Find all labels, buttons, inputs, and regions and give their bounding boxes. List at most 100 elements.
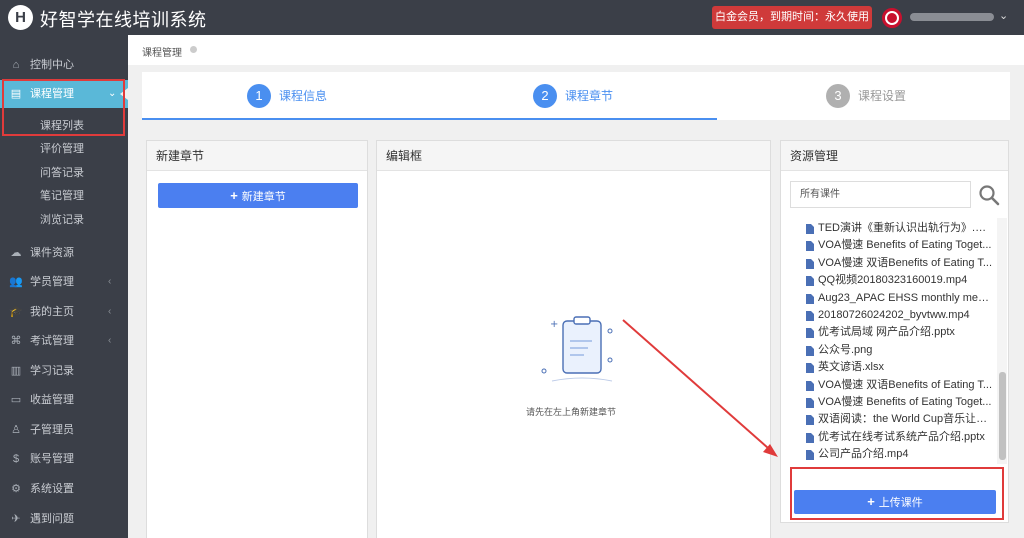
file-icon bbox=[806, 224, 814, 234]
sidebar-item-help[interactable]: ✈ 遇到问题 bbox=[0, 505, 128, 533]
sidebar-item-courseware[interactable]: ☁ 课件资源 bbox=[0, 239, 128, 267]
annotation-highlight-box bbox=[790, 467, 1004, 520]
sidebar-item-label: 我的主页 bbox=[30, 306, 74, 318]
breadcrumb-dot bbox=[190, 46, 197, 53]
question-icon: ✈ bbox=[11, 513, 21, 525]
file-item[interactable]: VOA慢速 Benefits of Eating Toget... bbox=[806, 237, 994, 254]
sidebar-item-study-records[interactable]: ▥ 学习记录 bbox=[0, 357, 128, 385]
sidebar-item-label: 考试管理 bbox=[30, 335, 74, 347]
panel-title: 编辑框 bbox=[377, 141, 770, 171]
avatar[interactable] bbox=[882, 8, 902, 28]
sidebar-item-label: 账号管理 bbox=[30, 453, 74, 465]
file-icon bbox=[806, 397, 814, 408]
username-redacted[interactable] bbox=[910, 13, 994, 21]
home-icon: ⌂ bbox=[12, 59, 20, 71]
file-item[interactable]: Aug23_APAC EHSS monthly meet... bbox=[806, 290, 994, 307]
sidebar-item-settings[interactable]: ⚙ 系统设置 bbox=[0, 475, 128, 503]
file-icon bbox=[806, 328, 814, 339]
file-item[interactable]: TED演讲《重新认识出轨行为》.mp4 bbox=[806, 220, 994, 237]
sidebar-item-label: 子管理员 bbox=[30, 424, 74, 436]
sidebar-item-label: 系统设置 bbox=[30, 483, 74, 495]
sidebar-subitem-reviews[interactable]: 评价管理 bbox=[40, 139, 84, 159]
sidebar-item-label: 控制中心 bbox=[30, 59, 74, 71]
file-item[interactable]: 20180726024202_byvtww.mp4 bbox=[806, 307, 994, 324]
scrollbar-thumb[interactable] bbox=[999, 372, 1006, 460]
dollar-icon: $ bbox=[12, 453, 20, 465]
file-item[interactable]: VOA慢速 Benefits of Eating Toget... bbox=[806, 394, 994, 411]
top-bar: H 好智学在线培训系统 白金会员，到期时间：永久使用 ⌄ bbox=[0, 0, 1024, 35]
sidebar-item-homepage[interactable]: 🎓 我的主页 ‹ bbox=[0, 298, 128, 326]
card-icon: ▭ bbox=[10, 394, 22, 406]
sidebar-item-label: 遇到问题 bbox=[30, 513, 74, 525]
file-item[interactable]: 优考试在线考试系统产品介绍.pptx bbox=[806, 429, 994, 446]
breadcrumb: 课程管理 bbox=[128, 35, 1024, 65]
file-icon bbox=[806, 432, 814, 443]
clipboard-empty-icon: + bbox=[541, 316, 613, 382]
annotation-highlight-box bbox=[2, 79, 125, 136]
sidebar-item-exams[interactable]: ⌘ 考试管理 ‹ bbox=[0, 327, 128, 355]
file-icon bbox=[806, 380, 814, 391]
file-item[interactable]: 双语阅读：the World Cup音乐让世... bbox=[806, 411, 994, 428]
new-chapter-button[interactable]: + 新建章节 bbox=[158, 183, 358, 208]
step-number: 2 bbox=[533, 84, 557, 108]
cloud-icon: ☁ bbox=[10, 247, 22, 259]
sidebar-item-students[interactable]: 👥 学员管理 ‹ bbox=[0, 268, 128, 296]
logo[interactable]: H bbox=[8, 5, 33, 30]
sidebar-item-sub-admins[interactable]: ♙ 子管理员 bbox=[0, 416, 128, 444]
gear-icon: ⚙ bbox=[11, 483, 21, 495]
sidebar-item-label: 学习记录 bbox=[30, 365, 74, 377]
file-icon bbox=[806, 258, 814, 269]
empty-state-text: 请先在左上角新建章节 bbox=[526, 407, 617, 417]
step-label: 课程信息 bbox=[279, 89, 328, 103]
file-item[interactable]: 英文谚语.xlsx bbox=[806, 359, 994, 376]
file-item[interactable]: QQ视频20180323160019.mp4 bbox=[806, 272, 994, 289]
file-icon bbox=[806, 310, 814, 321]
user-lock-icon: ♙ bbox=[11, 424, 21, 436]
sidebar-item-label: 收益管理 bbox=[30, 394, 74, 406]
file-icon bbox=[806, 276, 814, 287]
plus-icon: + bbox=[230, 188, 238, 203]
file-icon bbox=[806, 345, 814, 356]
sidebar-item-dashboard[interactable]: ⌂ 控制中心 bbox=[0, 51, 128, 79]
step-number: 3 bbox=[826, 84, 850, 108]
chevron-left-icon: ‹ bbox=[108, 276, 112, 287]
svg-text:+: + bbox=[550, 319, 558, 330]
app-title: 好智学在线培训系统 bbox=[40, 10, 207, 30]
courseware-filter-input[interactable]: 所有课件 bbox=[790, 181, 971, 208]
file-item[interactable]: 公司产品介绍.mp4 bbox=[806, 446, 994, 463]
chevron-left-icon: ‹ bbox=[108, 335, 112, 346]
button-label: 新建章节 bbox=[241, 191, 286, 203]
chevron-left-icon: ‹ bbox=[108, 306, 112, 317]
tag-icon: ⌘ bbox=[10, 335, 22, 347]
step-progress: 1 课程信息 2 课程章节 3 课程设置 bbox=[142, 72, 1010, 120]
step-progress-underline bbox=[142, 118, 717, 120]
panel-title: 资源管理 bbox=[781, 141, 1008, 171]
search-icon[interactable] bbox=[978, 184, 1000, 206]
sidebar-item-label: 学员管理 bbox=[30, 276, 74, 288]
file-icon bbox=[806, 415, 814, 426]
book-open-icon: ▥ bbox=[10, 365, 22, 377]
panel-title: 新建章节 bbox=[147, 141, 367, 171]
sidebar-subitem-history[interactable]: 浏览记录 bbox=[40, 210, 84, 230]
file-item[interactable]: 优考试局域 网产品介绍.pptx bbox=[806, 324, 994, 341]
breadcrumb-item[interactable]: 课程管理 bbox=[142, 44, 182, 59]
chevron-down-icon[interactable]: ⌄ bbox=[999, 9, 1008, 22]
step-label: 课程设置 bbox=[858, 89, 907, 103]
sidebar-item-accounts[interactable]: $ 账号管理 bbox=[0, 445, 128, 473]
file-item[interactable]: 公众号.png bbox=[806, 342, 994, 359]
step-label: 课程章节 bbox=[565, 89, 614, 103]
file-item[interactable]: VOA慢速 双语Benefits of Eating T... bbox=[806, 377, 994, 394]
sidebar-subitem-notes[interactable]: 笔记管理 bbox=[40, 186, 84, 206]
file-icon bbox=[806, 241, 814, 252]
file-icon bbox=[806, 293, 814, 304]
file-icon bbox=[806, 363, 814, 374]
users-icon: 👥 bbox=[9, 276, 23, 288]
file-icon bbox=[806, 450, 814, 461]
sidebar-item-revenue[interactable]: ▭ 收益管理 bbox=[0, 386, 128, 414]
member-badge[interactable]: 白金会员，到期时间：永久使用 bbox=[712, 6, 872, 29]
sidebar-item-label: 课件资源 bbox=[30, 247, 74, 259]
sidebar-subitem-qa[interactable]: 问答记录 bbox=[40, 163, 84, 183]
file-item[interactable]: VOA慢速 双语Benefits of Eating T... bbox=[806, 255, 994, 272]
courseware-file-list: TED演讲《重新认识出轨行为》.mp4 VOA慢速 Benefits of Ea… bbox=[806, 220, 994, 464]
step-number: 1 bbox=[247, 84, 271, 108]
